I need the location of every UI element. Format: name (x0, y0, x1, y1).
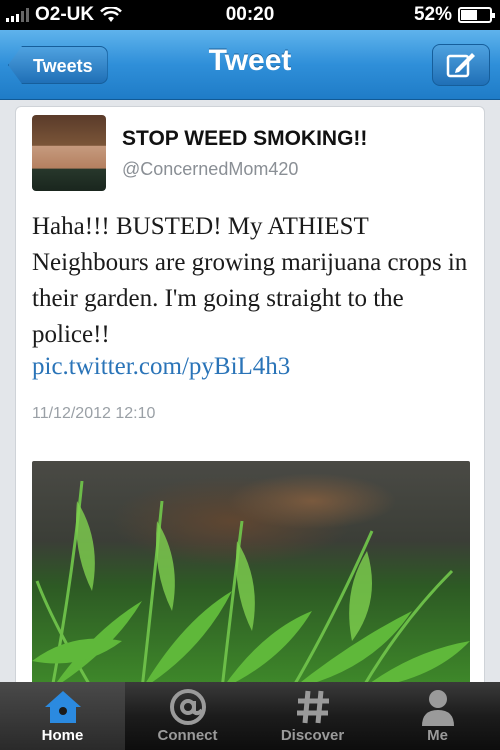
page-title: Tweet (208, 44, 292, 77)
tab-discover-label: Discover (280, 727, 345, 744)
status-bar: O2-UK 00:20 52% (0, 0, 500, 30)
tweet-photo[interactable] (32, 461, 470, 689)
tab-me[interactable]: Me (375, 682, 500, 750)
compose-icon (446, 53, 475, 78)
status-right: 52% (413, 4, 495, 26)
battery-percent: 52% (413, 4, 452, 25)
battery-icon (458, 7, 495, 23)
home-icon (44, 691, 81, 723)
tab-home-label: Home (41, 727, 84, 744)
tab-bar: Home Connect Discover Me (0, 682, 500, 750)
tab-me-label: Me (427, 727, 448, 744)
tab-connect-label: Connect (157, 727, 218, 744)
tweet-timestamp: 11/12/2012 12:10 (32, 405, 156, 422)
avatar[interactable] (32, 115, 106, 191)
tab-discover[interactable]: Discover (250, 682, 375, 750)
nav-bar: Tweets Tweet (0, 30, 500, 100)
compose-button[interactable] (432, 44, 490, 86)
tweet-detail: STOP WEED SMOKING!! @ConcernedMom420 Hah… (0, 100, 500, 696)
tab-connect[interactable]: Connect (125, 682, 250, 750)
tweet-card: STOP WEED SMOKING!! @ConcernedMom420 Hah… (15, 106, 485, 696)
hash-icon (296, 690, 329, 724)
at-icon (169, 689, 206, 725)
tweet-text: Haha!!! BUSTED! My ATHIEST Neighbours ar… (32, 213, 468, 348)
user-handle[interactable]: @ConcernedMom420 (122, 159, 298, 180)
tab-home[interactable]: Home (0, 682, 125, 750)
tweet-link[interactable]: pic.twitter.com/pyBiL4h3 (32, 353, 290, 381)
person-icon (421, 690, 454, 726)
display-name[interactable]: STOP WEED SMOKING!! (122, 127, 367, 151)
